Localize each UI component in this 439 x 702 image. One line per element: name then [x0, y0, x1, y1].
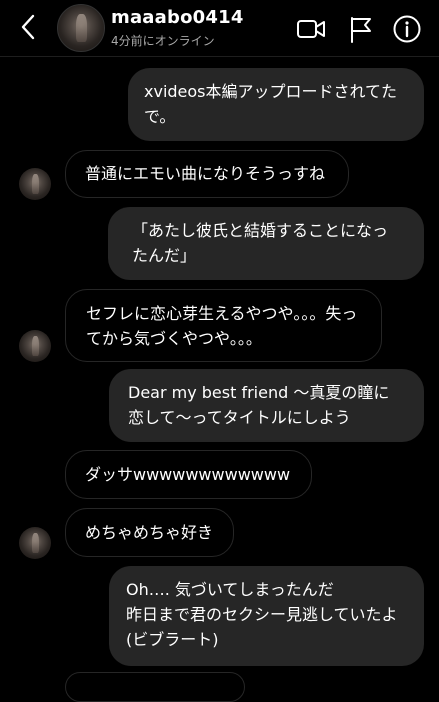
profile-avatar[interactable]	[57, 4, 105, 52]
sender-avatar[interactable]	[19, 330, 51, 362]
message-bubble-received[interactable]: 普通にエモい曲になりそうっすね	[65, 150, 349, 198]
online-status: 4分前にオンライン	[111, 34, 215, 48]
message-bubble-received[interactable]: めちゃめちゃ好き	[65, 508, 234, 557]
message-bubble-sent[interactable]: Oh…. 気づいてしまったんだ 昨日まで君のセクシー見逃していたよ (ビブラート…	[109, 566, 424, 666]
message-bubble-sent[interactable]: xvideos本編アップロードされてたで。	[128, 68, 424, 141]
message-bubble-sent[interactable]: Dear my best friend 〜真夏の瞳に恋して〜ってタイトルにしよう	[109, 369, 424, 442]
sender-avatar[interactable]	[19, 168, 51, 200]
sender-avatar[interactable]	[19, 527, 51, 559]
video-call-icon[interactable]	[296, 14, 326, 44]
message-bubble-received[interactable]: ダッサwwwwwwwwwwww	[65, 450, 312, 499]
message-bubble-received[interactable]: セフレに恋心芽生えるやつや。。。失ってから気づくやつや。。。	[65, 289, 382, 362]
chat-username[interactable]: maaabo0414	[111, 7, 244, 28]
chat-header: maaabo0414 4分前にオンライン	[0, 0, 439, 57]
message-bubble-sent[interactable]: 「あたし彼氏と結婚することになったんだ」	[108, 207, 424, 280]
info-icon[interactable]	[392, 14, 422, 44]
message-bubble-received-partial	[65, 672, 245, 702]
back-chevron-icon[interactable]	[14, 12, 42, 42]
flag-icon[interactable]	[346, 14, 376, 44]
